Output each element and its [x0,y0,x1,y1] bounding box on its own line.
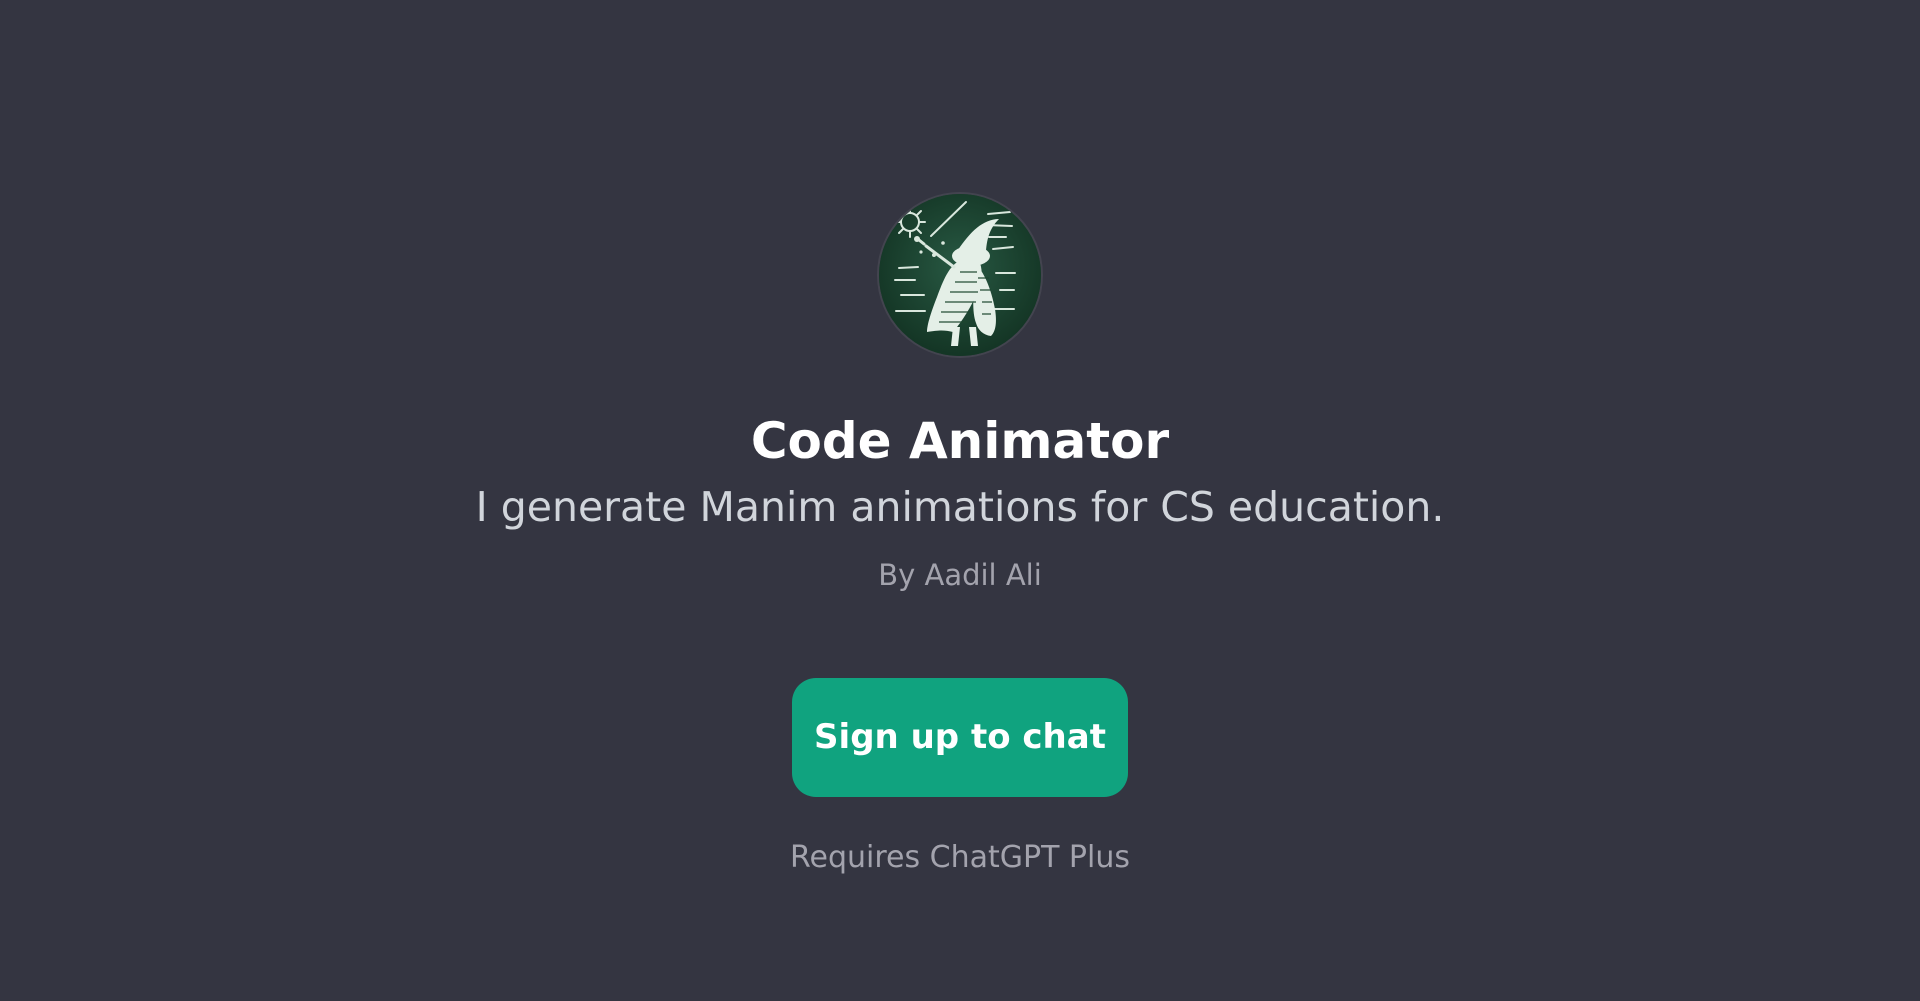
gpt-description: I generate Manim animations for CS educa… [475,483,1445,531]
gpt-landing-page: Code Animator I generate Manim animation… [0,0,1920,1001]
gpt-title: Code Animator [750,412,1170,470]
gpt-author: By Aadil Ali [878,558,1042,592]
plan-requirement-text: Requires ChatGPT Plus [789,840,1131,875]
code-wizard-avatar-icon [879,194,1041,356]
sign-up-button[interactable]: Sign up to chat [792,678,1128,797]
